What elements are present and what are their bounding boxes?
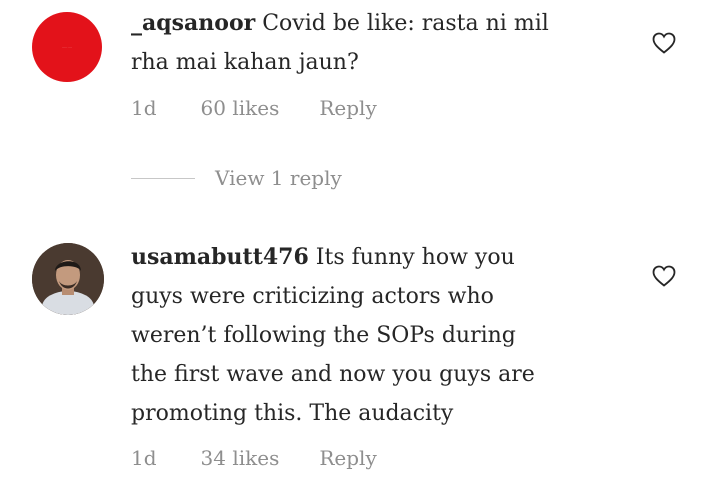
comment-text-line: rha mai kahan jaun? — [131, 50, 359, 75]
avatar[interactable]: ········· — [32, 12, 102, 82]
reply-button[interactable]: Reply — [319, 446, 376, 470]
comment-body: usamabutt476 Its funny how you guys were… — [131, 238, 631, 433]
avatar-photo-icon — [32, 243, 104, 315]
heart-icon[interactable] — [652, 265, 676, 287]
avatar[interactable] — [32, 243, 104, 315]
reply-button[interactable]: Reply — [319, 96, 376, 120]
comment-text-line: Its funny how you — [315, 245, 515, 270]
comment-time: 1d — [131, 96, 157, 120]
comment-text-line: guys were criticizing actors who — [131, 284, 494, 309]
comment-time: 1d — [131, 446, 157, 470]
comment-text-line: promoting this. The audacity — [131, 401, 454, 426]
view-replies-label: View 1 reply — [215, 166, 342, 190]
comment-body: _aqsanoor Covid be like: rasta ni mil rh… — [131, 4, 631, 82]
comment-text-line: Covid be like: rasta ni mil — [262, 11, 549, 36]
view-replies-button[interactable]: View 1 reply — [131, 166, 342, 190]
comment-likes[interactable]: 60 likes — [201, 96, 280, 120]
comment-likes[interactable]: 34 likes — [201, 446, 280, 470]
comment-username[interactable]: usamabutt476 — [131, 244, 309, 270]
comment-meta: 1d 34 likes Reply — [131, 446, 377, 470]
avatar-logo-text: ········· — [61, 45, 73, 49]
comment-username[interactable]: _aqsanoor — [131, 10, 255, 36]
replies-divider — [131, 177, 195, 179]
heart-icon[interactable] — [652, 32, 676, 54]
comment-text-line: weren’t following the SOPs during — [131, 323, 516, 348]
comment-meta: 1d 60 likes Reply — [131, 96, 377, 120]
comment-text-line: the first wave and now you guys are — [131, 362, 535, 387]
